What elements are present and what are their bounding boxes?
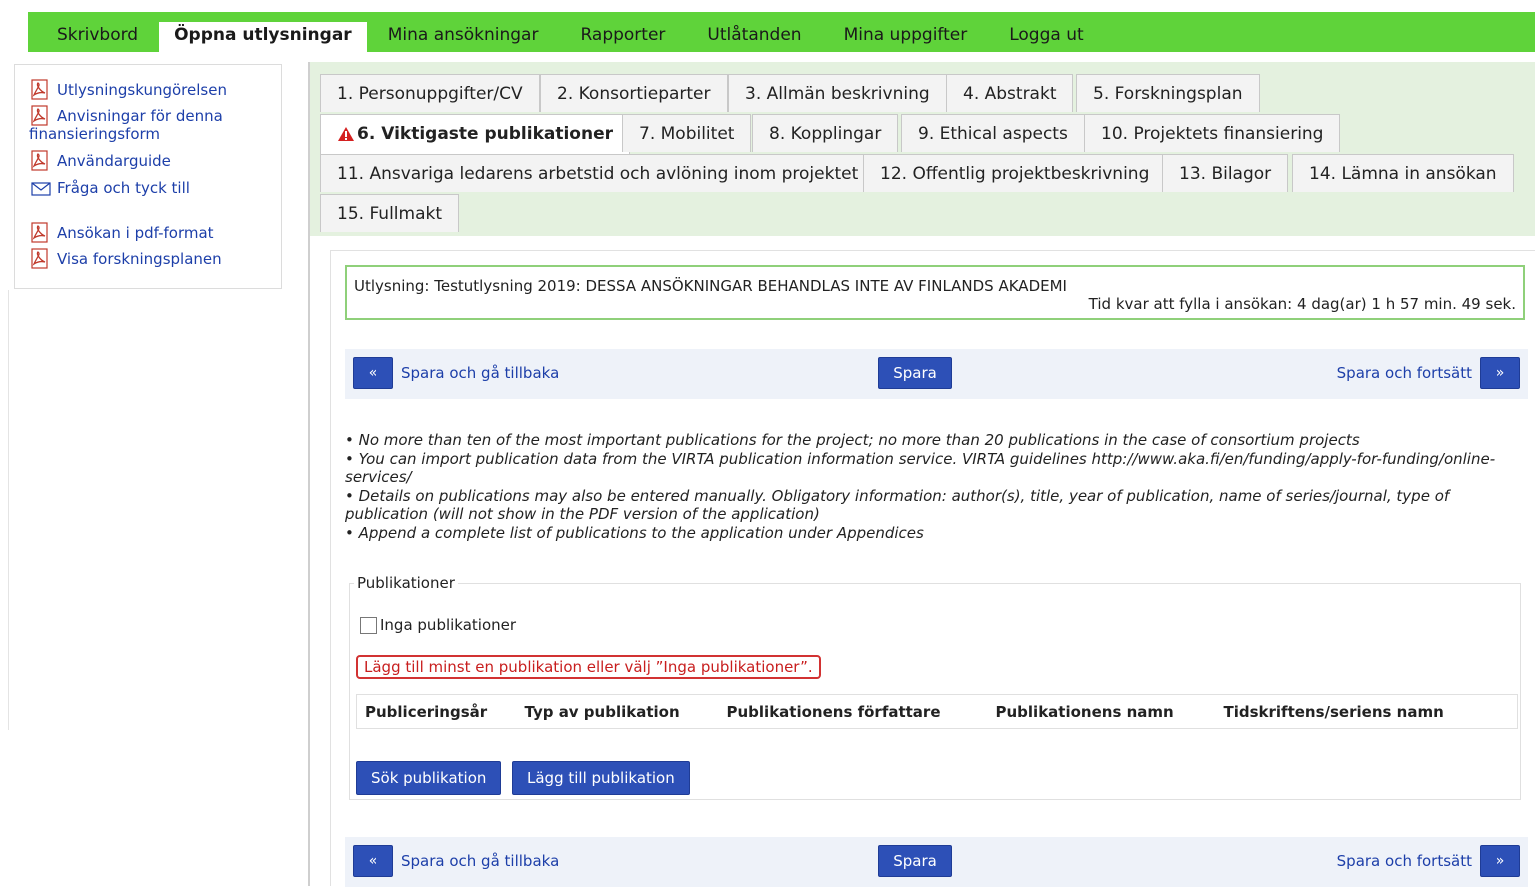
nav-mina-ansokningar[interactable]: Mina ansökningar xyxy=(367,12,560,52)
add-publication-button[interactable]: Lägg till publikation xyxy=(512,761,690,795)
tab-konsortieparter[interactable]: 2. Konsortieparter xyxy=(540,74,728,112)
nav-rapporter[interactable]: Rapporter xyxy=(559,12,686,52)
tab-allman-beskrivning[interactable]: 3. Allmän beskrivning xyxy=(728,74,947,112)
instruction-item: • No more than ten of the most important… xyxy=(345,431,1360,449)
tab-bilagor[interactable]: 13. Bilagor xyxy=(1162,154,1289,192)
tab-viktigaste-publikationer[interactable]: 6. Viktigaste publikationer xyxy=(320,114,631,154)
tab-abstrakt[interactable]: 4. Abstrakt xyxy=(946,74,1074,112)
sidebar-link-fraga-och-tyck-till[interactable]: Fråga och tyck till xyxy=(29,179,281,197)
nav-mina-uppgifter[interactable]: Mina uppgifter xyxy=(823,12,989,52)
no-publications-label: Inga publikationer xyxy=(380,616,517,634)
no-publications-checkbox[interactable] xyxy=(360,616,377,634)
pdf-icon xyxy=(31,150,48,171)
save-and-back-link[interactable]: Spara och gå tillbaka xyxy=(401,357,559,389)
table-header-row: Publiceringsår Typ av publikation Publik… xyxy=(357,695,1518,729)
time-left: Tid kvar att fylla i ansökan: 4 dag(ar) … xyxy=(1088,295,1516,313)
content-frame: 1. Personuppgifter/CV 2. Konsortieparter… xyxy=(308,62,1535,887)
back-arrow-button[interactable]: « xyxy=(353,357,393,389)
pdf-icon xyxy=(31,248,48,269)
tab-ansvariga-ledarens-arbetstid[interactable]: 11. Ansvariga ledarens arbetstid och avl… xyxy=(320,154,876,192)
validation-error: Lägg till minst en publikation eller väl… xyxy=(356,655,821,679)
tab-mobilitet[interactable]: 7. Mobilitet xyxy=(622,114,752,152)
next-arrow-button[interactable]: » xyxy=(1480,357,1520,389)
tab-personuppgifter[interactable]: 1. Personuppgifter/CV xyxy=(320,74,540,112)
column-header: Publikationens författare xyxy=(726,702,941,721)
warning-icon xyxy=(338,127,354,141)
tab-lamna-in-ansokan[interactable]: 14. Lämna in ansökan xyxy=(1292,154,1514,192)
publications-table: Publiceringsår Typ av publikation Publik… xyxy=(356,694,1518,729)
back-arrow-button[interactable]: « xyxy=(353,845,393,877)
nav-logga-ut[interactable]: Logga ut xyxy=(988,12,1104,52)
sidebar: Utlysningskungörelsen Anvisningar för de… xyxy=(14,64,282,289)
pdf-icon xyxy=(31,79,48,100)
sidebar-link-anvisningar[interactable]: Anvisningar för denna finansieringsform xyxy=(29,105,281,143)
tab-ethical-aspects[interactable]: 9. Ethical aspects xyxy=(901,114,1085,152)
save-and-continue-link[interactable]: Spara och fortsätt xyxy=(1337,357,1472,389)
publications-legend: Publikationer xyxy=(357,574,455,592)
sidebar-link-anvandarguide[interactable]: Användarguide xyxy=(29,150,281,171)
instructions: • No more than ten of the most important… xyxy=(345,431,1525,542)
pdf-icon xyxy=(31,222,48,243)
no-publications-row: Inga publikationer xyxy=(360,616,516,634)
tab-projektets-finansiering[interactable]: 10. Projektets finansiering xyxy=(1084,114,1341,152)
nav-utlatanden[interactable]: Utlåtanden xyxy=(686,12,822,52)
left-divider xyxy=(8,290,9,730)
tab-offentlig-projektbeskrivning[interactable]: 12. Offentlig projektbeskrivning xyxy=(863,154,1167,192)
save-button[interactable]: Spara xyxy=(878,357,952,389)
save-button[interactable]: Spara xyxy=(878,845,952,877)
instruction-item: • Details on publications may also be en… xyxy=(345,486,1450,524)
tab-label: 6. Viktigaste publikationer xyxy=(357,124,614,144)
tab-kopplingar[interactable]: 8. Kopplingar xyxy=(752,114,899,152)
sidebar-link-ansokan-pdf[interactable]: Ansökan i pdf-format xyxy=(29,222,281,243)
call-title: Utlysning: Testutlysning 2019: DESSA ANS… xyxy=(354,277,1067,295)
column-header: Tidskriftens/seriens namn xyxy=(1223,702,1444,721)
pdf-icon xyxy=(31,105,48,126)
column-header: Publiceringsår xyxy=(365,702,488,721)
column-header: Typ av publikation xyxy=(524,702,680,721)
instruction-item: • You can import publication data from t… xyxy=(345,449,1496,487)
top-navigation: Skrivbord Öppna utlysningar Mina ansökni… xyxy=(28,12,1535,52)
sidebar-link-visa-forskningsplanen[interactable]: Visa forskningsplanen xyxy=(29,248,281,269)
main-card: Utlysning: Testutlysning 2019: DESSA ANS… xyxy=(330,250,1535,887)
sidebar-link-utlysningskungorelsen[interactable]: Utlysningskungörelsen xyxy=(29,79,281,100)
save-bar-bottom: « Spara och gå tillbaka Spara Spara och … xyxy=(345,837,1528,887)
tab-forskningsplan[interactable]: 5. Forskningsplan xyxy=(1076,74,1260,112)
mail-icon xyxy=(31,182,51,196)
tab-bar: 1. Personuppgifter/CV 2. Konsortieparter… xyxy=(310,62,1535,236)
save-bar-top: « Spara och gå tillbaka Spara Spara och … xyxy=(345,349,1528,399)
column-header: Publikationens namn xyxy=(995,702,1174,721)
nav-oppna-utlysningar[interactable]: Öppna utlysningar xyxy=(159,22,367,52)
tab-fullmakt[interactable]: 15. Fullmakt xyxy=(320,194,459,232)
save-and-back-link[interactable]: Spara och gå tillbaka xyxy=(401,845,559,877)
search-publication-button[interactable]: Sök publikation xyxy=(356,761,502,795)
save-and-continue-link[interactable]: Spara och fortsätt xyxy=(1337,845,1472,877)
call-info-box: Utlysning: Testutlysning 2019: DESSA ANS… xyxy=(345,265,1525,320)
nav-skrivbord[interactable]: Skrivbord xyxy=(36,12,159,52)
instruction-item: • Append a complete list of publications… xyxy=(345,523,924,542)
publications-fieldset: Publikationer Inga publikationer Lägg ti… xyxy=(349,574,1521,800)
next-arrow-button[interactable]: » xyxy=(1480,845,1520,877)
